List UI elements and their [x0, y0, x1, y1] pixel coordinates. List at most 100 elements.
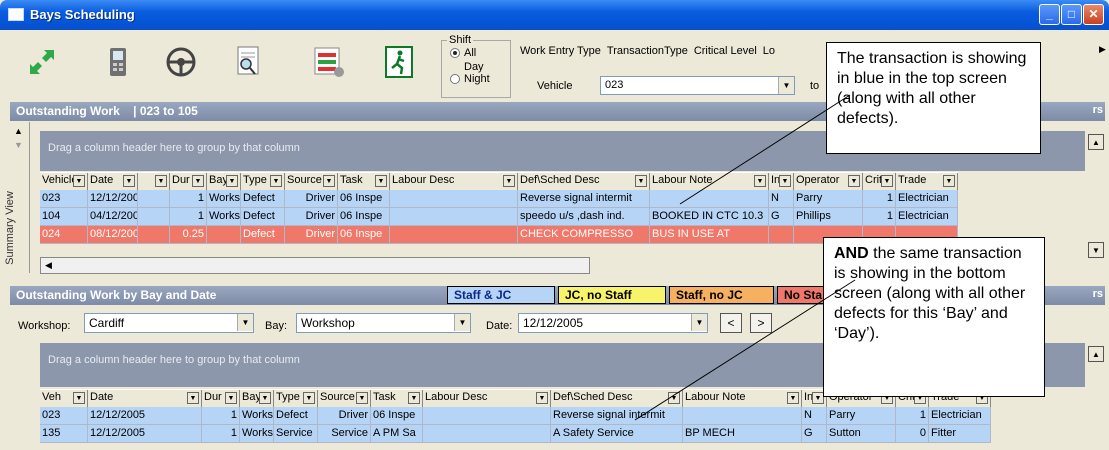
filter-dropdown-icon[interactable]: ▼: [73, 175, 85, 187]
table-row[interactable]: 02312/12/20051WorkshDefectDriver06 Inspe…: [40, 190, 958, 208]
scroll-up-bottom[interactable]: ▲: [1088, 346, 1104, 362]
column-header[interactable]: Veh ▼: [40, 390, 88, 407]
column-header[interactable]: Type ▼: [241, 173, 285, 190]
column-header[interactable]: Def\Sched Desc ▼: [518, 173, 650, 190]
column-header[interactable]: Task ▼: [371, 390, 423, 407]
filter-dropdown-icon[interactable]: ▼: [787, 392, 799, 404]
filter-lo[interactable]: Lo: [763, 45, 775, 57]
column-header[interactable]: Source ▼: [318, 390, 371, 407]
filter-dropdown-icon[interactable]: ▼: [375, 175, 387, 187]
table-cell: CHECK COMPRESSO: [518, 226, 650, 244]
filter-dropdown-icon[interactable]: ▼: [303, 392, 315, 404]
column-header[interactable]: Source ▼: [285, 173, 338, 190]
filter-dropdown-icon[interactable]: ▼: [881, 175, 893, 187]
search-document-icon[interactable]: [231, 44, 265, 80]
column-header[interactable]: Dur ▼: [170, 173, 207, 190]
scroll-down-top[interactable]: ▼: [1088, 242, 1104, 258]
column-header[interactable]: Vehicle ▼: [40, 173, 88, 190]
chevron-down-icon[interactable]: ▼: [237, 314, 253, 331]
column-header-label: Operator: [796, 174, 840, 186]
table-cell: Electrician: [929, 407, 991, 425]
column-header[interactable]: Date ▼: [88, 390, 202, 407]
scroll-right-icon[interactable]: ▶: [1099, 44, 1106, 55]
filter-dropdown-icon[interactable]: ▼: [73, 392, 85, 404]
filter-dropdown-icon[interactable]: ▼: [635, 175, 647, 187]
filter-dropdown-icon[interactable]: ▼: [848, 175, 860, 187]
filter-dropdown-icon[interactable]: ▼: [536, 392, 548, 404]
collapse-down-icon[interactable]: ▼: [14, 140, 23, 150]
filter-dropdown-icon[interactable]: ▼: [323, 175, 335, 187]
shift-option-day[interactable]: Day: [450, 61, 510, 73]
filter-dropdown-icon[interactable]: ▼: [226, 175, 238, 187]
column-header[interactable]: Def\Sched Desc ▼: [551, 390, 683, 407]
column-header[interactable]: Task ▼: [338, 173, 390, 190]
filter-dropdown-icon[interactable]: ▼: [754, 175, 766, 187]
filter-dropdown-icon[interactable]: ▼: [503, 175, 515, 187]
minimize-icon: _: [1046, 7, 1053, 21]
table-row[interactable]: 02312/12/20051WorkshDefectDriver06 Inspe…: [40, 407, 991, 425]
column-header[interactable]: Date ▼: [88, 173, 138, 190]
filter-dropdown-icon[interactable]: ▼: [192, 175, 204, 187]
column-header[interactable]: Operator ▼: [794, 173, 863, 190]
steering-wheel-icon[interactable]: [164, 44, 198, 80]
exit-icon[interactable]: [382, 44, 416, 80]
minimize-button[interactable]: _: [1039, 4, 1060, 25]
column-header[interactable]: Bay ▼: [240, 390, 274, 407]
summary-view-tab[interactable]: ▲ ▼ Summary View: [4, 122, 30, 273]
filter-dropdown-icon[interactable]: ▼: [259, 392, 271, 404]
filter-dropdown-icon[interactable]: ▼: [270, 175, 282, 187]
column-header[interactable]: Dur ▼: [202, 390, 240, 407]
shift-option-all[interactable]: All: [450, 47, 510, 59]
filter-dropdown-icon[interactable]: ▼: [225, 392, 237, 404]
table-cell: Phillips: [794, 208, 863, 226]
table-cell: 06 Inspe: [338, 208, 390, 226]
chevron-down-icon[interactable]: ▼: [778, 77, 794, 94]
chevron-down-icon[interactable]: ▼: [454, 314, 470, 331]
maximize-button[interactable]: □: [1061, 4, 1082, 25]
column-header[interactable]: Labour Note ▼: [650, 173, 769, 190]
column-header[interactable]: ▼: [138, 173, 170, 190]
filter-dropdown-icon[interactable]: ▼: [779, 175, 791, 187]
filter-dropdown-icon[interactable]: ▼: [943, 175, 955, 187]
column-header[interactable]: Labour Desc ▼: [423, 390, 551, 407]
device-icon[interactable]: [101, 44, 135, 80]
column-header[interactable]: Labour Note ▼: [683, 390, 802, 407]
filter-dropdown-icon[interactable]: ▼: [123, 175, 135, 187]
horizontal-scrollbar[interactable]: ◀: [40, 257, 590, 274]
chevron-down-icon[interactable]: ▼: [691, 314, 707, 331]
vehicle-from-combo[interactable]: 023 ▼: [600, 76, 795, 95]
column-header[interactable]: Bay ▼: [207, 173, 241, 190]
bay-combo[interactable]: Workshop ▼: [296, 313, 471, 333]
column-header[interactable]: Labour Desc ▼: [390, 173, 518, 190]
column-header[interactable]: Ini ▼: [769, 173, 794, 190]
close-button[interactable]: ✕: [1083, 4, 1104, 25]
filter-dropdown-icon[interactable]: ▼: [155, 175, 167, 187]
filter-dropdown-icon[interactable]: ▼: [356, 392, 368, 404]
filter-transaction-type[interactable]: TransactionType: [607, 45, 688, 57]
column-header[interactable]: Trade ▼: [896, 173, 958, 190]
filter-dropdown-icon[interactable]: ▼: [187, 392, 199, 404]
table-cell: 04/12/2005: [88, 208, 138, 226]
scroll-left-icon[interactable]: ◀: [45, 260, 52, 271]
filter-critical-level[interactable]: Critical Level: [694, 45, 757, 57]
schedule-transfer-icon[interactable]: [309, 44, 349, 80]
table-row[interactable]: 10404/12/20051WorkshDefectDriver06 Inspe…: [40, 208, 958, 226]
table-row[interactable]: 13512/12/20051WorkshServiceServiceA PM S…: [40, 425, 991, 443]
prev-date-button[interactable]: <: [720, 313, 742, 333]
next-date-button[interactable]: >: [750, 313, 772, 333]
table-cell: Driver: [285, 226, 338, 244]
table-row[interactable]: 02408/12/2005 0 0.25 DefectDriver06 Inspe C…: [40, 226, 958, 244]
collapse-up-icon[interactable]: ▲: [14, 126, 23, 136]
filter-work-entry-type[interactable]: Work Entry Type: [520, 45, 601, 57]
date-picker[interactable]: 12/12/2005 ▼: [518, 313, 708, 333]
column-header[interactable]: Type ▼: [274, 390, 318, 407]
scroll-up-top[interactable]: ▲: [1088, 134, 1104, 150]
table-cell: Defect: [241, 190, 285, 208]
expand-arrows-icon[interactable]: [24, 44, 58, 80]
filter-dropdown-icon[interactable]: ▼: [408, 392, 420, 404]
shift-option-night[interactable]: Night: [450, 73, 510, 85]
filter-dropdown-icon[interactable]: ▼: [668, 392, 680, 404]
workshop-combo[interactable]: Cardiff ▼: [84, 313, 254, 333]
column-header-label: Def\Sched Desc: [553, 391, 633, 403]
column-header[interactable]: Crit ▼: [863, 173, 896, 190]
